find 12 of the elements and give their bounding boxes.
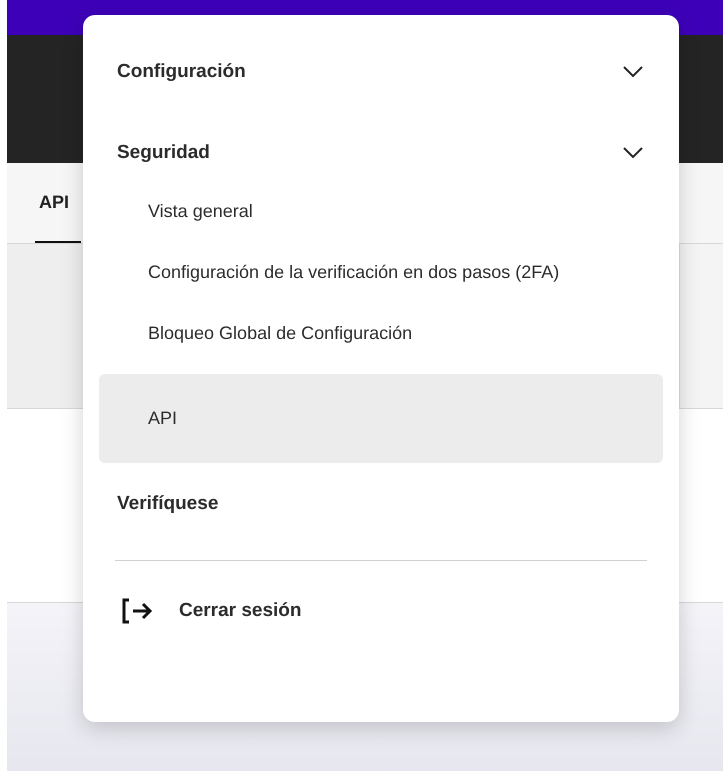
menu-item[interactable]: Configuración de la verificación en dos pasos (2FA) — [99, 242, 663, 303]
menu-group[interactable]: Configuración — [99, 31, 663, 112]
logout-button[interactable]: Cerrar sesión — [99, 583, 663, 639]
menu-group-label: Configuración — [117, 60, 246, 82]
chevron-down-icon — [623, 146, 643, 158]
menu-item[interactable]: Bloqueo Global de Configuración — [99, 303, 663, 364]
chevron-down-icon — [623, 66, 643, 78]
menu-group-label: Seguridad — [117, 142, 210, 164]
menu-item[interactable]: Verifíquese — [99, 463, 663, 544]
logout-label: Cerrar sesión — [179, 600, 302, 622]
logout-icon — [121, 597, 155, 625]
menu-item[interactable]: API — [99, 374, 663, 463]
